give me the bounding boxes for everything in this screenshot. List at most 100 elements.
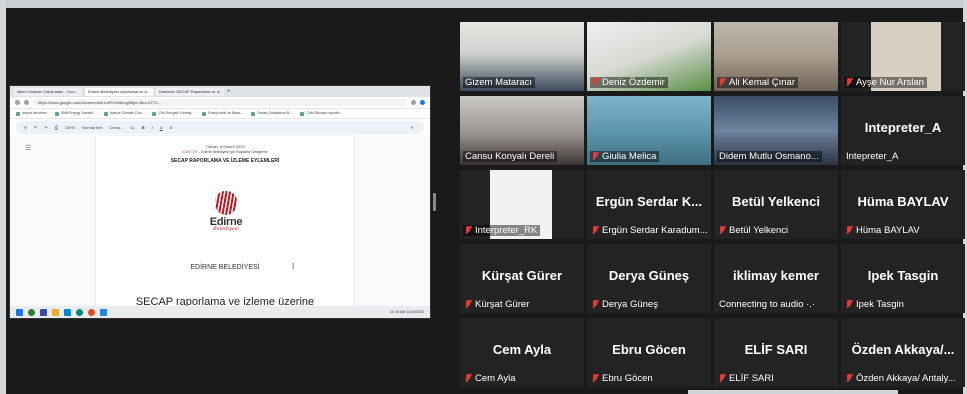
participant-tile[interactable]: Didem Mutlu Osmano... xyxy=(714,96,838,165)
logo-script: Belediyesi xyxy=(213,226,239,232)
taskbar-app-icon[interactable] xyxy=(28,308,35,316)
participant-tile[interactable]: Intepreter_A Intepreter_A xyxy=(841,96,965,165)
participant-display-name: Cem Ayla xyxy=(492,342,552,357)
doc-date: Türkan, 8 Kasım 2023 xyxy=(205,144,245,149)
participant-tile[interactable]: Cansu Konyalı Dereli xyxy=(460,96,584,165)
participant-name: Cem Ayla xyxy=(463,373,518,384)
reload-icon[interactable] xyxy=(24,100,29,105)
participant-tile[interactable]: iklimay kemer Connecting to audio ·.· xyxy=(714,244,838,313)
muted-mic-icon xyxy=(592,300,598,308)
participant-tile[interactable]: Derya Güneş Derya Güneş xyxy=(587,244,711,313)
muted-mic-icon xyxy=(846,226,852,234)
muted-mic-icon xyxy=(592,152,598,160)
participant-name: Ergün Serdar Karadum... xyxy=(590,225,708,236)
search-menus-icon[interactable]: ⚲ xyxy=(24,125,27,130)
document-page[interactable]: Türkan, 8 Kasım 2023 ICLEI TR – Edirne B… xyxy=(96,136,354,308)
italic-icon[interactable]: I xyxy=(152,125,153,130)
bookmark[interactable]: Çok Seviyeli Yönetiş... xyxy=(152,111,194,116)
participant-tile[interactable]: Kürşat Gürer Kürşat Gürer xyxy=(460,244,584,313)
participant-tile[interactable]: Ipek Tasgin Ipek Tasgin xyxy=(841,244,965,313)
back-icon[interactable] xyxy=(15,100,20,105)
participant-name: Ali Kemal Çınar xyxy=(717,77,798,88)
participant-display-name: Özden Akkaya/... xyxy=(851,342,955,357)
participant-tile[interactable]: Cem Ayla Cem Ayla xyxy=(460,318,584,387)
muted-mic-icon xyxy=(846,78,852,86)
bookmark[interactable]: Enerji nedir ve Baza... xyxy=(202,111,243,116)
taskbar-app-icon[interactable] xyxy=(100,308,107,316)
font-select[interactable]: Centu... xyxy=(110,125,124,130)
participant-tile[interactable]: Betül Yelkenci Betül Yelkenci xyxy=(714,170,838,239)
participant-tile[interactable]: Ergün Serdar K... Ergün Serdar Karadum..… xyxy=(587,170,711,239)
text-cursor-icon: I xyxy=(292,262,295,271)
muted-mic-icon xyxy=(592,374,598,382)
bookmark[interactable]: CoM Europe reportin... xyxy=(300,111,343,116)
taskbar-app-icon[interactable] xyxy=(52,308,59,316)
edit-mode-icon[interactable]: ✎ xyxy=(411,125,414,130)
browser-tabstrip: İşlem Grupları Çalışmaları - Goo... Edir… xyxy=(10,86,430,97)
taskbar-clock[interactable]: 10:16 AM 11/10/2023 xyxy=(390,310,424,314)
address-bar-row: https://docs.google.com/document/d/1mFKr… xyxy=(10,97,430,109)
muted-mic-icon xyxy=(719,226,725,234)
muted-mic-icon xyxy=(592,226,598,234)
muted-mic-icon xyxy=(846,374,852,382)
participant-tile[interactable]: Giulia Melica xyxy=(587,96,711,165)
participant-name: Özden Akkaya/ Antaly... xyxy=(844,373,959,384)
print-icon[interactable]: ⎙ xyxy=(55,125,58,130)
taskbar-app-icon[interactable] xyxy=(76,308,83,316)
participant-name: Gizem Mataracı xyxy=(463,77,536,88)
muted-mic-icon xyxy=(465,300,471,308)
window-frame-top xyxy=(0,0,967,8)
participant-tile[interactable]: Ayşe Nur Arslan xyxy=(841,22,965,91)
redo-icon[interactable]: ↷ xyxy=(44,125,47,130)
split-view-handle[interactable] xyxy=(433,193,436,211)
participant-name: Cansu Konyalı Dereli xyxy=(463,151,558,162)
underline-icon[interactable]: U xyxy=(160,125,163,130)
taskbar-app-icon[interactable] xyxy=(40,308,47,316)
bookmark[interactable]: Nature Climate Cha... xyxy=(103,111,144,116)
bookmark[interactable]: Secap Guidebook B... xyxy=(251,111,292,116)
zoom-select[interactable]: 100% xyxy=(65,125,75,130)
os-taskbar: 10:16 AM 11/10/2023 xyxy=(10,306,430,318)
participant-tile[interactable]: Hüma BAYLAV Hüma BAYLAV xyxy=(841,170,965,239)
profile-icon[interactable] xyxy=(420,100,425,105)
participant-tile[interactable]: Deniz Özdemir xyxy=(587,22,711,91)
taskbar-app-icon[interactable] xyxy=(64,308,71,316)
logo-emblem-icon xyxy=(215,191,237,215)
participant-name: Ebru Göcen xyxy=(590,373,656,384)
url-field[interactable]: https://docs.google.com/document/d/1mFKr… xyxy=(33,99,407,106)
doc-subtitle: ICLEI TR – Edirne Belediyesi için Kapasi… xyxy=(182,150,268,154)
start-icon[interactable] xyxy=(16,308,23,316)
font-size-field[interactable]: 11 xyxy=(131,125,135,130)
participant-name: Giulia Melica xyxy=(590,151,660,162)
participant-name: Ayşe Nur Arslan xyxy=(844,77,927,88)
outline-icon[interactable]: ☰ xyxy=(25,144,31,152)
participant-tile[interactable]: ELİF SARI ELİF SARI xyxy=(714,318,838,387)
browser-tab-active[interactable]: Edirne Belediyesi raporlama ve iz... xyxy=(85,87,153,96)
bold-icon[interactable]: B xyxy=(142,125,145,130)
participant-tile[interactable]: Interpreter_RK xyxy=(460,170,584,239)
browser-tab[interactable]: Dantelen SECAP Raporlama ve İz... xyxy=(156,87,224,96)
participant-tile[interactable]: Özden Akkaya/... Özden Akkaya/ Antaly... xyxy=(841,318,965,387)
meeting-controls-edge xyxy=(688,390,898,394)
star-icon[interactable] xyxy=(411,100,416,105)
bookmark[interactable]: Import favorites xyxy=(16,111,47,116)
participant-name: Kürşat Gürer xyxy=(463,299,532,310)
new-tab-icon[interactable]: + xyxy=(227,89,231,95)
participant-name: Derya Güneş xyxy=(590,299,661,310)
document-canvas[interactable]: ☰ Türkan, 8 Kasım 2023 ICLEI TR – Edirne… xyxy=(10,136,430,308)
participant-display-name: Betül Yelkenci xyxy=(732,194,820,209)
doc-title: SECAP RAPORLAMA VE İZLEME EYLEMLERİ xyxy=(170,158,280,164)
shared-screen[interactable]: İşlem Grupları Çalışmaları - Goo... Edir… xyxy=(10,86,430,318)
participant-tile[interactable]: Ali Kemal Çınar xyxy=(714,22,838,91)
participant-tile[interactable]: Ebru Göcen Ebru Göcen xyxy=(587,318,711,387)
undo-icon[interactable]: ↶ xyxy=(34,125,37,130)
text-color-icon[interactable]: A xyxy=(170,125,173,130)
bookmark[interactable]: Shift Energy Transiti... xyxy=(54,111,96,116)
browser-tab[interactable]: İşlem Grupları Çalışmaları - Goo... xyxy=(14,87,82,96)
muted-mic-icon xyxy=(465,374,471,382)
participant-tile[interactable]: Gizem Mataracı xyxy=(460,22,584,91)
participant-name: Didem Mutlu Osmano... xyxy=(717,151,822,162)
style-select[interactable]: Normal text xyxy=(82,125,102,130)
taskbar-app-icon[interactable] xyxy=(88,308,95,316)
participant-display-name: Kürşat Gürer xyxy=(481,268,563,283)
